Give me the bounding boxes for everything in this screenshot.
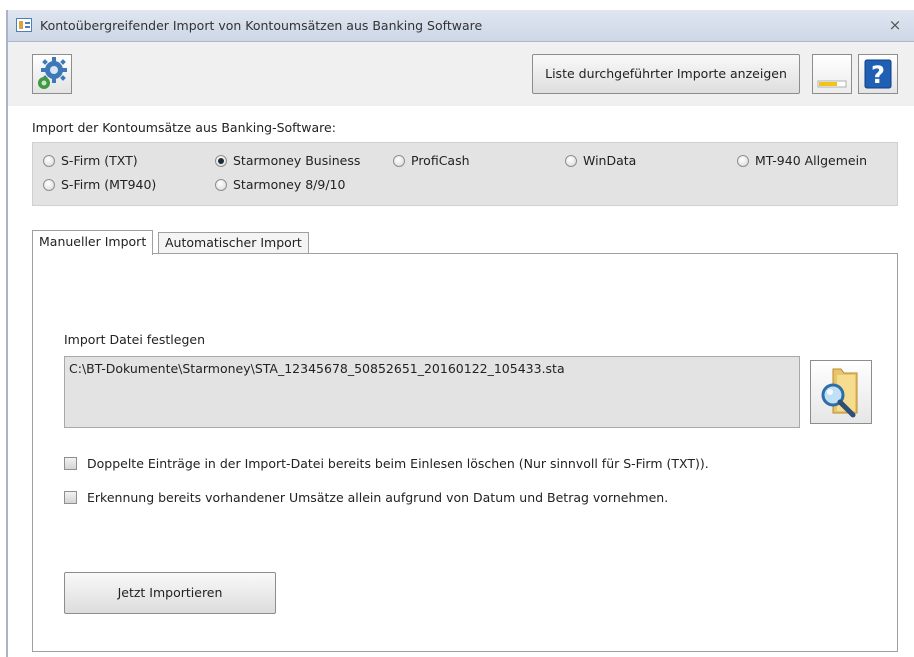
radio-proficash[interactable]: ProfiCash xyxy=(393,153,470,168)
gear-icon xyxy=(38,57,67,89)
radio-label: Starmoney 8/9/10 xyxy=(233,177,346,192)
checkbox-label: Erkennung bereits vorhandener Umsätze al… xyxy=(87,490,669,505)
browse-file-button[interactable] xyxy=(810,360,872,424)
radio-label: MT-940 Allgemein xyxy=(755,153,867,168)
radio-button[interactable] xyxy=(43,178,55,191)
tab-automatic-import[interactable]: Automatischer Import xyxy=(158,232,309,254)
import-mode-tabs: Manueller Import Automatischer Import xyxy=(32,230,898,255)
help-button[interactable]: ? xyxy=(858,54,898,94)
window-title: Kontoübergreifender Import von Kontoumsä… xyxy=(40,18,483,33)
import-source-label: Import der Kontoumsätze aus Banking-Soft… xyxy=(32,120,336,135)
radio-sfirm-txt[interactable]: S-Firm (TXT) xyxy=(43,153,138,168)
radio-windata[interactable]: WinData xyxy=(565,153,636,168)
folder-search-icon xyxy=(821,368,858,418)
radio-button[interactable] xyxy=(43,154,55,167)
radio-button[interactable] xyxy=(215,178,227,191)
checkbox-row-remove-duplicates[interactable]: Doppelte Einträge in der Import-Datei be… xyxy=(64,456,709,471)
radio-mt940-allgemein[interactable]: MT-940 Allgemein xyxy=(737,153,867,168)
remove-duplicates-checkbox[interactable] xyxy=(64,457,77,470)
import-source-radio-group: S-Firm (TXT) Starmoney Business ProfiCas… xyxy=(32,142,898,206)
radio-sfirm-mt940[interactable]: S-Firm (MT940) xyxy=(43,177,156,192)
radio-button[interactable] xyxy=(565,154,577,167)
color-swatch-icon xyxy=(817,80,847,88)
radio-label: S-Firm (TXT) xyxy=(61,153,138,168)
checkbox-label: Doppelte Einträge in der Import-Datei be… xyxy=(87,456,709,471)
radio-starmoney-8-9-10[interactable]: Starmoney 8/9/10 xyxy=(215,177,345,192)
import-window: Kontoübergreifender Import von Kontoumsä… xyxy=(6,10,914,657)
import-source-section: Import der Kontoumsätze aus Banking-Soft… xyxy=(32,110,898,206)
radio-button[interactable] xyxy=(737,154,749,167)
import-history-button[interactable]: Liste durchgeführter Importe anzeigen xyxy=(532,54,800,94)
close-button[interactable]: × xyxy=(886,16,904,34)
radio-label: WinData xyxy=(583,153,637,168)
import-file-path-field[interactable]: C:\BT-Dokumente\Starmoney\STA_12345678_5… xyxy=(64,356,800,428)
radio-starmoney-business[interactable]: Starmoney Business xyxy=(215,153,360,168)
import-file-label: Import Datei festlegen xyxy=(64,332,205,347)
checkbox-row-date-amount-matching[interactable]: Erkennung bereits vorhandener Umsätze al… xyxy=(64,490,668,505)
settings-button[interactable] xyxy=(32,54,72,94)
radio-label: Starmoney Business xyxy=(233,153,361,168)
radio-label: S-Firm (MT940) xyxy=(61,177,157,192)
help-glyph: ? xyxy=(871,61,885,89)
radio-button-selected[interactable] xyxy=(215,154,227,167)
tab-manual-import[interactable]: Manueller Import xyxy=(32,230,154,255)
toolbar: Liste durchgeführter Importe anzeigen ? xyxy=(8,42,914,106)
radio-button[interactable] xyxy=(393,154,405,167)
color-button[interactable] xyxy=(812,54,852,94)
date-amount-matching-checkbox[interactable] xyxy=(64,491,77,504)
import-now-button[interactable]: Jetzt Importieren xyxy=(64,572,276,614)
form-icon xyxy=(16,18,32,32)
radio-label: ProfiCash xyxy=(411,153,470,168)
title-bar: Kontoübergreifender Import von Kontoumsä… xyxy=(8,10,914,42)
help-icon: ? xyxy=(864,59,892,89)
